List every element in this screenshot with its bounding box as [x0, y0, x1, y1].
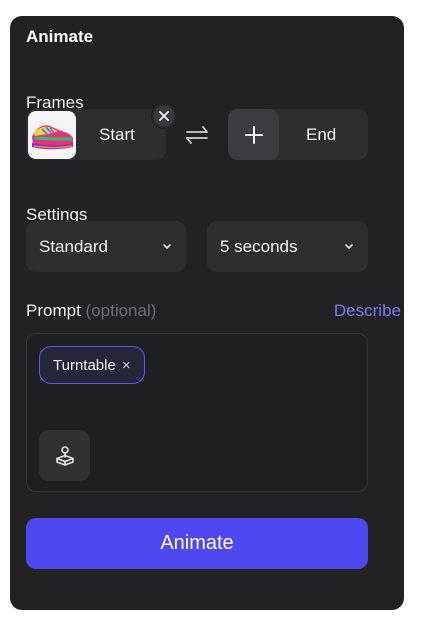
- panel-title: Animate: [26, 27, 94, 46]
- camera-motion-button[interactable]: [39, 430, 90, 481]
- prompt-optional-hint: (optional): [85, 301, 157, 320]
- swap-arrows-icon: [186, 126, 208, 144]
- close-icon: [159, 111, 169, 121]
- camera-motion-icon: [55, 445, 74, 466]
- add-end-frame-button[interactable]: [228, 109, 279, 160]
- swap-frames-button[interactable]: [184, 122, 210, 148]
- end-frame-slot[interactable]: End: [228, 109, 368, 160]
- prompt-chip[interactable]: Turntable ×: [39, 346, 145, 384]
- chevron-down-icon: [163, 243, 171, 249]
- start-frame-label: Start: [99, 124, 135, 144]
- end-frame-label: End: [306, 124, 337, 144]
- quality-select[interactable]: Standard: [26, 221, 186, 272]
- quality-select-value: Standard: [39, 236, 108, 256]
- chevron-down-icon: [345, 243, 353, 249]
- start-frame-thumbnail: [28, 110, 76, 159]
- start-frame-slot[interactable]: Start: [26, 109, 166, 160]
- duration-select[interactable]: 5 seconds: [207, 221, 368, 272]
- prompt-label: Prompt (optional): [26, 301, 156, 321]
- sneaker-image: [29, 111, 75, 158]
- prompt-label-text: Prompt: [26, 301, 81, 320]
- remove-chip-button[interactable]: ×: [122, 357, 131, 374]
- remove-start-frame-button[interactable]: [151, 103, 177, 129]
- prompt-input[interactable]: Turntable ×: [26, 333, 368, 492]
- prompt-chip-label: Turntable: [53, 356, 116, 374]
- plus-icon: [244, 125, 263, 144]
- duration-select-value: 5 seconds: [220, 236, 298, 256]
- animate-button[interactable]: Animate: [26, 518, 368, 569]
- describe-link[interactable]: Describe: [334, 301, 401, 321]
